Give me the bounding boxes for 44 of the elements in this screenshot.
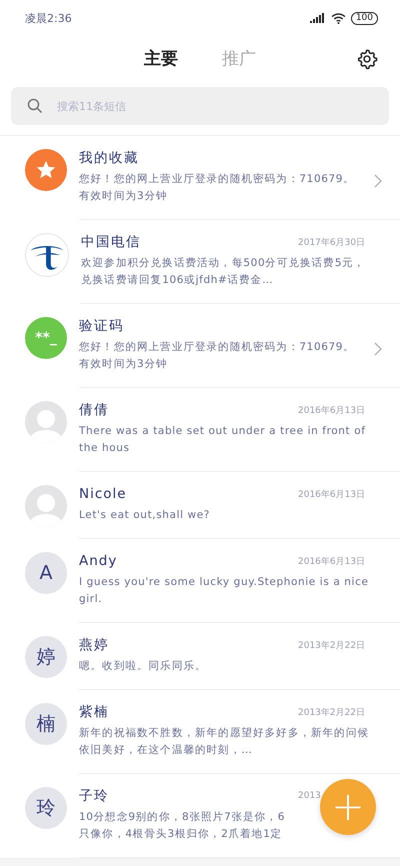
contact-name: 验证码 [79, 317, 124, 335]
message-preview: 嗯。收到啦。同乐同乐。 [79, 659, 208, 674]
avatar-silhouette [25, 485, 67, 527]
search-input[interactable]: 搜索11条短信 [55, 98, 389, 114]
contact-name: 燕婷 [79, 636, 109, 654]
message-date: 2017年6月30日 [298, 236, 366, 248]
settings-icon[interactable] [356, 48, 378, 70]
add-button[interactable]: + [320, 779, 376, 835]
contact-name: 我的收藏 [79, 149, 139, 167]
contact-name: 倩倩 [79, 401, 109, 419]
signal-icon [310, 13, 326, 23]
letter-avatar: A [25, 552, 67, 594]
contact-name: Nicole [79, 486, 127, 502]
contact-name: 紫楠 [79, 703, 109, 721]
status-time: 凌晨2:36 [25, 10, 72, 26]
message-date: 2016年6月13日 [298, 556, 366, 568]
message-date: 2016年6月13日 [298, 488, 366, 500]
letter-avatar: 玲 [25, 787, 67, 829]
message-date: 2013年2月22日 [298, 640, 366, 652]
avatar-silhouette [25, 401, 67, 443]
message-preview: 10分想念9别的你，8张照片7张是你，6 只像你，4根骨头3根归你，2爪着地1定 [79, 810, 286, 842]
message-preview: I guess you're some lucky guy.Stephonie is a nice girl. [79, 575, 370, 607]
contact-name: 中国电信 [81, 233, 141, 251]
message-date: 2013 [298, 791, 322, 801]
tab[interactable]: 推广 [222, 46, 256, 70]
battery-level: 100 [350, 12, 378, 24]
code-avatar: **_ [25, 317, 67, 359]
message-date: 2016年6月13日 [298, 404, 366, 416]
star-icon [35, 159, 57, 181]
contact-name: Andy [79, 553, 118, 569]
search-field[interactable]: 搜索11条短信 [11, 87, 389, 125]
message-preview: Let's eat out,shall we? [79, 508, 211, 523]
letter-avatar: 婷 [25, 636, 67, 678]
letter-avatar: 楠 [25, 703, 67, 745]
wifi-icon [330, 12, 346, 24]
message-preview: 您好！您的网上营业厅登录的随机密码为：710679。有效时间为3分钟 [79, 340, 356, 372]
tab[interactable]: 主要 [144, 46, 178, 70]
message-preview: 新年的祝福数不胜数，新年的愿望好多好多，新年的问候依旧美好，在这个温馨的时刻，… [79, 726, 370, 758]
message-preview: 欢迎参加积分兑换话费活动，每500分可兑换话费5元，兑换话费请回复106或jfdh#话费金… [81, 256, 366, 288]
message-preview: There was a table set out under a tree in front of the hous [79, 424, 367, 456]
message-preview: 您好！您的网上营业厅登录的随机密码为：710679。有效时间为3分钟 [79, 172, 356, 204]
message-date: 2013年2月22日 [298, 706, 366, 718]
contact-name: 子玲 [79, 787, 109, 805]
search-icon [27, 98, 43, 114]
